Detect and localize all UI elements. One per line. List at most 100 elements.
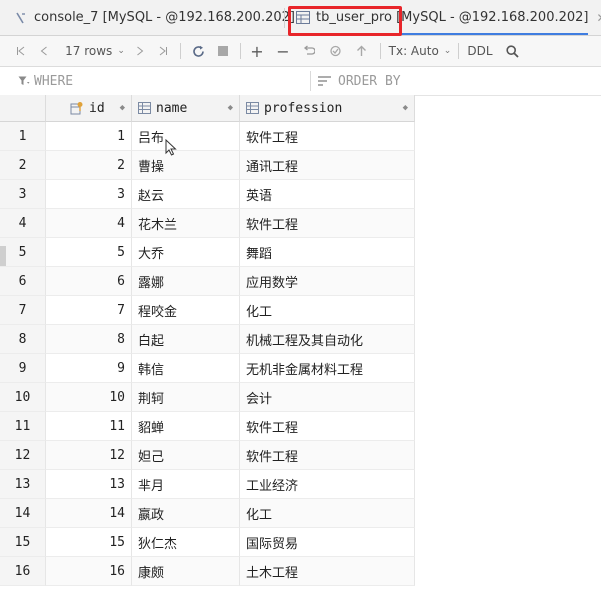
- table-row[interactable]: 15 15 狄仁杰 国际贸易: [0, 528, 415, 557]
- cell-name[interactable]: 韩信: [132, 354, 240, 383]
- table-row[interactable]: 14 14 嬴政 化工: [0, 499, 415, 528]
- row-number[interactable]: 11: [0, 412, 46, 441]
- row-number[interactable]: 14: [0, 499, 46, 528]
- cell-id[interactable]: 13: [46, 470, 132, 499]
- stop-icon[interactable]: [214, 36, 232, 66]
- row-number[interactable]: 1: [0, 122, 46, 151]
- header-id[interactable]: id ◆: [46, 95, 132, 122]
- cell-profession[interactable]: 软件工程: [240, 122, 415, 151]
- cell-name[interactable]: 芈月: [132, 470, 240, 499]
- row-number[interactable]: 13: [0, 470, 46, 499]
- cell-name[interactable]: 赵云: [132, 180, 240, 209]
- cell-profession[interactable]: 软件工程: [240, 412, 415, 441]
- cell-id[interactable]: 1: [46, 122, 132, 151]
- submit-changes-icon[interactable]: [326, 36, 344, 66]
- delete-row-icon[interactable]: −: [274, 36, 292, 66]
- cell-name[interactable]: 白起: [132, 325, 240, 354]
- sort-toggle-icon[interactable]: ◆: [228, 103, 233, 113]
- cell-name[interactable]: 妲己: [132, 441, 240, 470]
- table-row[interactable]: 9 9 韩信 无机非金属材料工程: [0, 354, 415, 383]
- table-row[interactable]: 13 13 芈月 工业经济: [0, 470, 415, 499]
- cell-id[interactable]: 2: [46, 151, 132, 180]
- table-row[interactable]: 8 8 白起 机械工程及其自动化: [0, 325, 415, 354]
- cell-name[interactable]: 露娜: [132, 267, 240, 296]
- cell-id[interactable]: 15: [46, 528, 132, 557]
- cell-id[interactable]: 10: [46, 383, 132, 412]
- row-number[interactable]: 7: [0, 296, 46, 325]
- cell-profession[interactable]: 化工: [240, 499, 415, 528]
- table-row[interactable]: 5 5 大乔 舞蹈: [0, 238, 415, 267]
- close-tab-icon[interactable]: ✕: [597, 11, 601, 25]
- cell-profession[interactable]: 机械工程及其自动化: [240, 325, 415, 354]
- row-number[interactable]: 2: [0, 151, 46, 180]
- table-row[interactable]: 4 4 花木兰 软件工程: [0, 209, 415, 238]
- tab-console[interactable]: console_7 [MySQL - @192.168.200.202]: [14, 0, 295, 35]
- last-page-icon[interactable]: [154, 36, 172, 66]
- add-row-icon[interactable]: +: [248, 36, 266, 66]
- cell-profession[interactable]: 会计: [240, 383, 415, 412]
- first-page-icon[interactable]: [12, 36, 30, 66]
- row-number[interactable]: 10: [0, 383, 46, 412]
- splitter-handle[interactable]: [0, 246, 6, 266]
- cell-profession[interactable]: 英语: [240, 180, 415, 209]
- cell-name[interactable]: 貂蝉: [132, 412, 240, 441]
- cell-id[interactable]: 14: [46, 499, 132, 528]
- revert-icon[interactable]: [300, 36, 318, 66]
- cell-profession[interactable]: 软件工程: [240, 209, 415, 238]
- row-number[interactable]: 15: [0, 528, 46, 557]
- cell-profession[interactable]: 化工: [240, 296, 415, 325]
- sort-toggle-icon[interactable]: ◆: [120, 103, 125, 113]
- table-row[interactable]: 10 10 荆轲 会计: [0, 383, 415, 412]
- cell-id[interactable]: 9: [46, 354, 132, 383]
- table-row[interactable]: 6 6 露娜 应用数学: [0, 267, 415, 296]
- row-number[interactable]: 12: [0, 441, 46, 470]
- cell-profession[interactable]: 通讯工程: [240, 151, 415, 180]
- row-number[interactable]: 8: [0, 325, 46, 354]
- cell-name[interactable]: 大乔: [132, 238, 240, 267]
- table-row[interactable]: 3 3 赵云 英语: [0, 180, 415, 209]
- cell-name[interactable]: 程咬金: [132, 296, 240, 325]
- cell-profession[interactable]: 舞蹈: [240, 238, 415, 267]
- cell-name[interactable]: 荆轲: [132, 383, 240, 412]
- cell-name[interactable]: 狄仁杰: [132, 528, 240, 557]
- cell-id[interactable]: 5: [46, 238, 132, 267]
- rows-count-dropdown[interactable]: 17 rows ⌄: [62, 36, 128, 66]
- cell-id[interactable]: 8: [46, 325, 132, 354]
- table-row[interactable]: 2 2 曹操 通讯工程: [0, 151, 415, 180]
- cell-name[interactable]: 花木兰: [132, 209, 240, 238]
- cell-id[interactable]: 11: [46, 412, 132, 441]
- row-number[interactable]: 6: [0, 267, 46, 296]
- push-icon[interactable]: [352, 36, 370, 66]
- row-number[interactable]: 4: [0, 209, 46, 238]
- cell-name[interactable]: 嬴政: [132, 499, 240, 528]
- header-name[interactable]: name ◆: [132, 95, 240, 122]
- cell-name[interactable]: 康颇: [132, 557, 240, 586]
- cell-profession[interactable]: 无机非金属材料工程: [240, 354, 415, 383]
- cell-id[interactable]: 4: [46, 209, 132, 238]
- table-row[interactable]: 11 11 貂蝉 软件工程: [0, 412, 415, 441]
- next-page-icon[interactable]: [132, 36, 148, 66]
- table-row[interactable]: 7 7 程咬金 化工: [0, 296, 415, 325]
- cell-profession[interactable]: 应用数学: [240, 267, 415, 296]
- table-row[interactable]: 1 1 吕布 软件工程: [0, 122, 415, 151]
- order-by-filter[interactable]: ORDER BY: [318, 67, 401, 95]
- row-number[interactable]: 5: [0, 238, 46, 267]
- cell-name[interactable]: 曹操: [132, 151, 240, 180]
- cell-profession[interactable]: 国际贸易: [240, 528, 415, 557]
- cell-profession[interactable]: 软件工程: [240, 441, 415, 470]
- sort-toggle-icon[interactable]: ◆: [403, 103, 408, 113]
- cell-profession[interactable]: 工业经济: [240, 470, 415, 499]
- cell-id[interactable]: 6: [46, 267, 132, 296]
- table-row[interactable]: 16 16 康颇 土木工程: [0, 557, 415, 586]
- cell-profession[interactable]: 土木工程: [240, 557, 415, 586]
- cell-id[interactable]: 3: [46, 180, 132, 209]
- where-filter[interactable]: WHERE: [18, 67, 73, 95]
- transaction-mode-dropdown[interactable]: Tx: Auto ⌄: [388, 36, 452, 66]
- header-profession[interactable]: profession ◆: [240, 95, 415, 122]
- row-number[interactable]: 9: [0, 354, 46, 383]
- prev-page-icon[interactable]: [36, 36, 52, 66]
- search-icon[interactable]: [502, 36, 522, 66]
- cell-id[interactable]: 16: [46, 557, 132, 586]
- table-row[interactable]: 12 12 妲己 软件工程: [0, 441, 415, 470]
- refresh-icon[interactable]: [188, 36, 208, 66]
